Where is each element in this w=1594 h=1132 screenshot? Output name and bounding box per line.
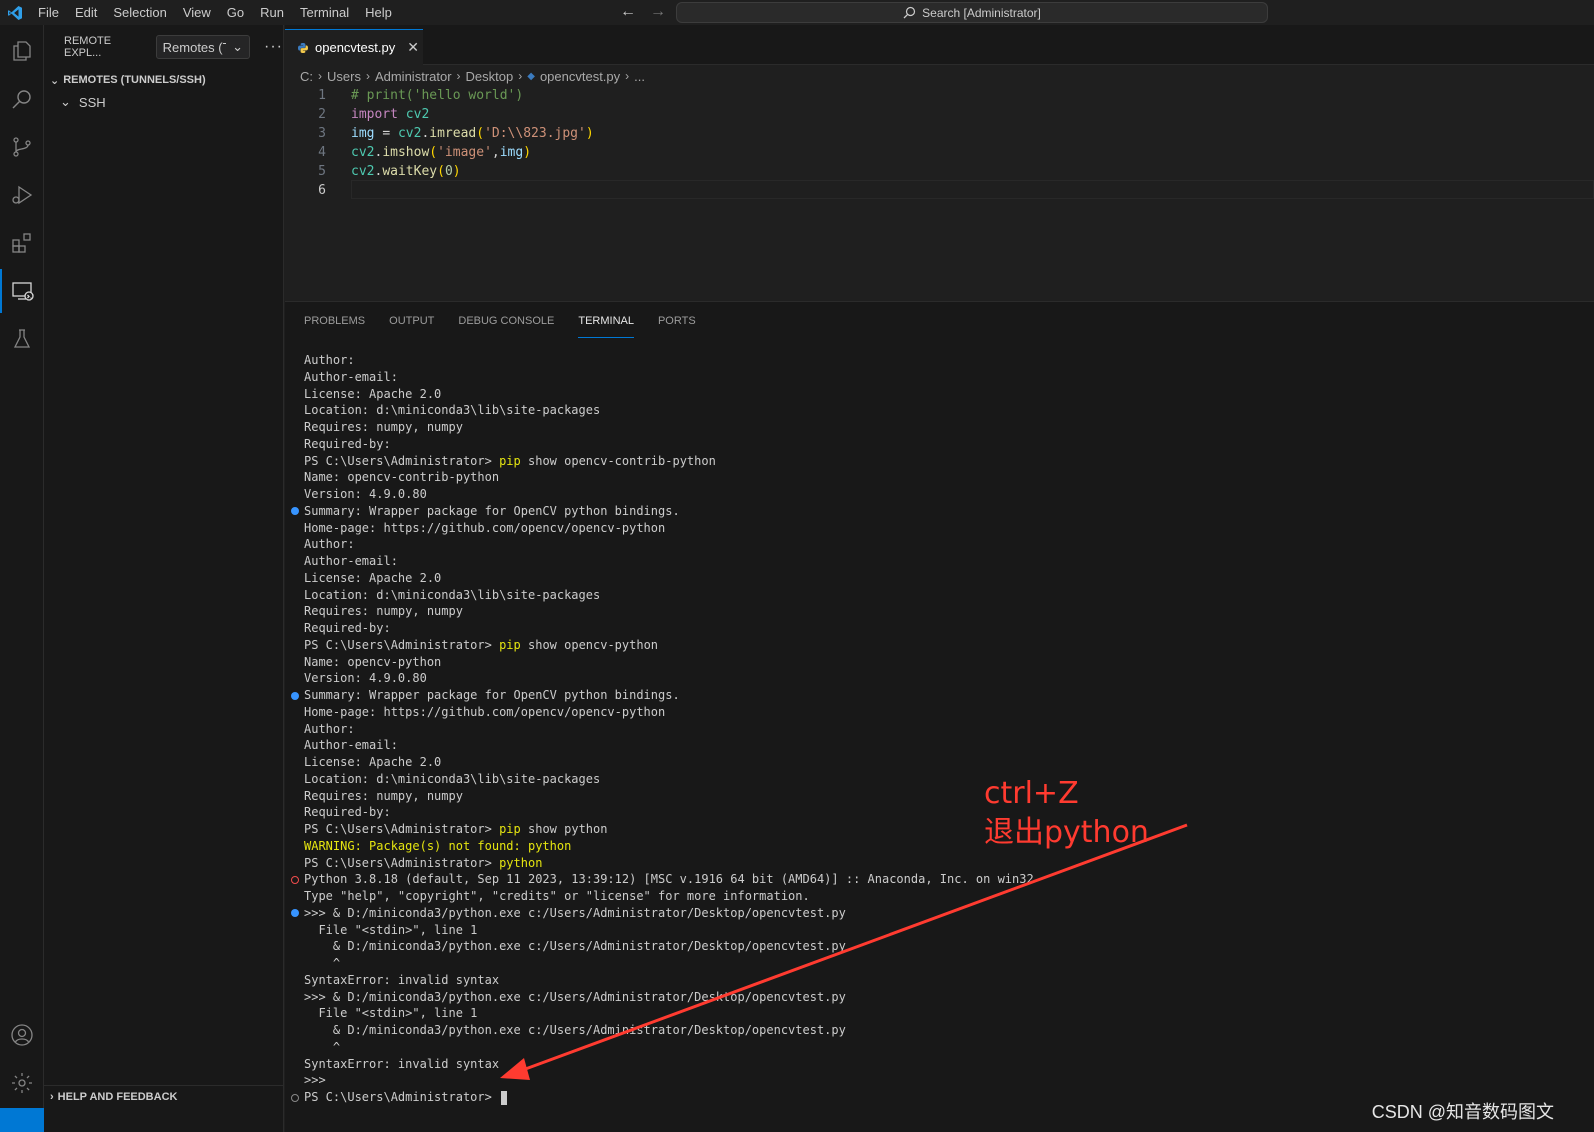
annotation-line2: 退出python bbox=[984, 815, 1149, 850]
annotation-line1: ctrl+Z bbox=[984, 776, 1079, 811]
annotation-arrow bbox=[500, 823, 1188, 1080]
watermark: CSDN @知音数码图文 bbox=[1371, 1102, 1554, 1122]
